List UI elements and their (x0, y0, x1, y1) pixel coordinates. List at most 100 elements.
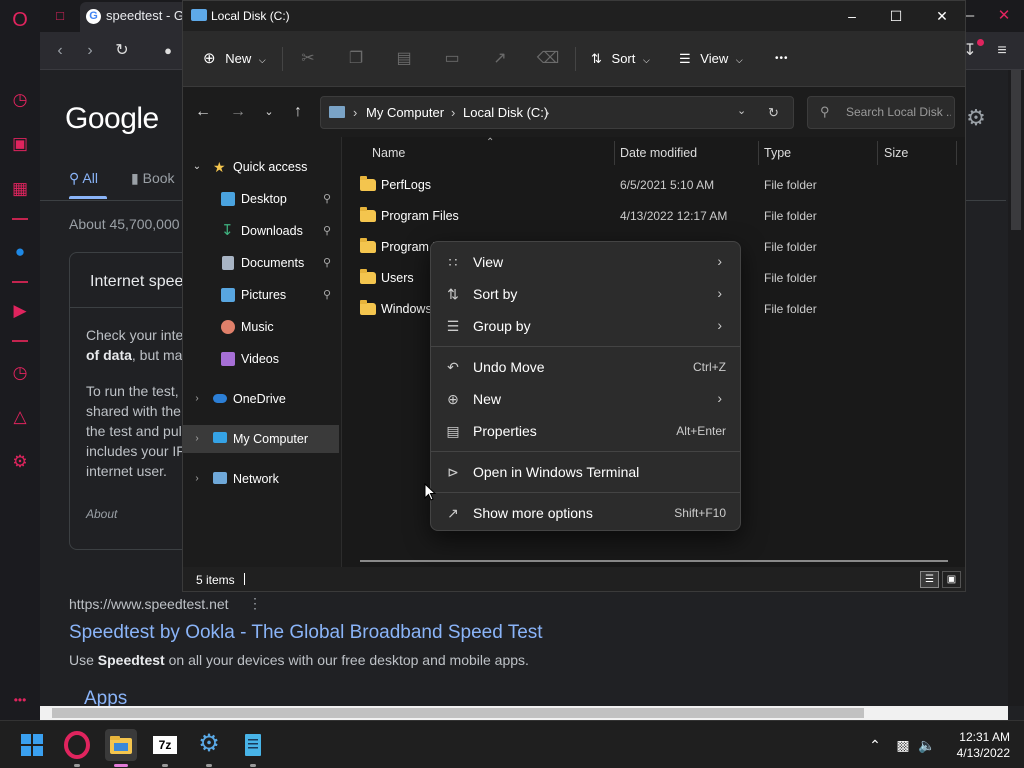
delete-icon[interactable]: ⌫ (536, 47, 560, 71)
column-header-name[interactable]: Name (372, 146, 405, 160)
show-hidden-icons-chevron-icon[interactable]: ⌃ (866, 735, 884, 755)
column-divider[interactable] (877, 141, 878, 165)
search-input[interactable] (846, 105, 951, 119)
taskbar-7zip[interactable]: 7z (149, 729, 181, 761)
player-icon[interactable]: ▶ (8, 299, 32, 323)
explorer-title-bar[interactable]: Local Disk (C:) – ☐ ✕ (183, 1, 965, 31)
chevron-down-icon[interactable]: ⌄ (191, 153, 203, 181)
reload-icon[interactable]: ↻ (112, 41, 132, 61)
chevron-right-icon[interactable]: › (191, 465, 203, 493)
volume-icon[interactable]: 🔈 (918, 735, 936, 755)
workspace-icon[interactable]: ▣ (8, 132, 32, 156)
sidebar-item-videos[interactable]: Videos (183, 345, 339, 373)
copy-icon[interactable]: ❐ (344, 47, 368, 71)
sidebar-item-network[interactable]: › Network (183, 465, 339, 493)
google-settings-gear-icon[interactable]: ⚙ (964, 106, 988, 130)
menu-item-properties[interactable]: ▤ Properties Alt+Enter (435, 415, 736, 447)
sidebar-item-music[interactable]: Music (183, 313, 339, 341)
column-header-type[interactable]: Type (764, 146, 791, 160)
pin-icon[interactable]: ⚲ (323, 217, 331, 245)
messenger-icon[interactable]: ● (8, 240, 32, 264)
extensions-cube-icon[interactable]: △ (8, 405, 32, 429)
breadcrumb-separator-icon[interactable]: › (353, 105, 357, 120)
close-icon[interactable]: ✕ (994, 6, 1014, 26)
apps-heading-link[interactable]: Apps (84, 688, 127, 706)
paste-icon[interactable]: ▤ (392, 47, 416, 71)
column-divider[interactable] (956, 141, 957, 165)
sidebar-item-downloads[interactable]: ↧ Downloads ⚲ (183, 217, 339, 245)
search-tab-books[interactable]: ▮ Book (131, 170, 175, 187)
menu-item-view[interactable]: ∷ View › (435, 246, 736, 278)
sidebar-item-pictures[interactable]: Pictures ⚲ (183, 281, 339, 309)
scrollbar-thumb[interactable] (52, 708, 864, 718)
twitch-icon[interactable]: ▦ (8, 177, 32, 201)
file-list-horizontal-scrollbar[interactable] (360, 560, 948, 562)
tab-icon[interactable]: □ (48, 2, 72, 32)
taskbar-opera[interactable] (61, 729, 93, 761)
share-icon[interactable]: ↗ (488, 47, 512, 71)
card-about-link[interactable]: About (86, 507, 117, 521)
menu-item-show-more-options[interactable]: ↗ Show more options Shift+F10 (435, 497, 736, 529)
close-icon[interactable]: ✕ (919, 5, 965, 27)
opera-logo-icon[interactable]: O (8, 8, 32, 32)
start-button[interactable] (16, 729, 48, 761)
page-vertical-scrollbar[interactable] (1008, 70, 1024, 706)
settings-icon[interactable]: ⚙ (8, 450, 32, 474)
breadcrumb-separator-icon[interactable]: › (451, 105, 455, 120)
column-header-date[interactable]: Date modified (620, 146, 697, 160)
pin-icon[interactable]: ⚲ (323, 281, 331, 309)
sidebar-item-quick-access[interactable]: ⌄ ★ Quick access (183, 153, 339, 181)
column-header-size[interactable]: Size (884, 146, 908, 160)
large-icons-view-icon[interactable]: ▣ (942, 571, 961, 588)
cut-icon[interactable]: ✂ (296, 47, 320, 71)
details-view-icon[interactable]: ☰ (920, 571, 939, 588)
address-bar[interactable]: › My Computer › Local Disk (C:) › ⌄ ↻ (320, 96, 794, 129)
back-arrow-icon[interactable]: ← (192, 101, 214, 123)
menu-item-open-terminal[interactable]: ⊳ Open in Windows Terminal (435, 456, 736, 488)
up-arrow-icon[interactable]: ↑ (287, 101, 309, 123)
file-row[interactable]: PerfLogs 6/5/2021 5:10 AM File folder (354, 171, 954, 199)
forward-icon[interactable]: › (80, 41, 100, 61)
breadcrumb-separator-icon[interactable]: › (545, 105, 549, 120)
sidebar-item-desktop[interactable]: Desktop ⚲ (183, 185, 339, 213)
speed-dial-icon[interactable]: ◷ (8, 88, 32, 112)
google-logo[interactable]: Google (65, 102, 159, 136)
more-dots-icon[interactable]: ••• (8, 688, 32, 712)
maximize-icon[interactable]: ☐ (873, 5, 919, 27)
taskbar-notepad[interactable] (237, 729, 269, 761)
menu-item-group-by[interactable]: ☰ Group by › (435, 310, 736, 342)
column-divider[interactable] (758, 141, 759, 165)
pin-icon[interactable]: ⚲ (323, 185, 331, 213)
clock-time[interactable]: 12:31 AM (940, 730, 1010, 744)
file-row[interactable]: Program Files 4/13/2022 12:17 AM File fo… (354, 202, 954, 230)
page-horizontal-scrollbar[interactable] (40, 706, 1008, 720)
forward-arrow-icon[interactable]: → (227, 101, 249, 123)
view-button[interactable]: ☰ View ⌵ (679, 47, 743, 71)
pin-icon[interactable]: ⚲ (323, 249, 331, 277)
rename-icon[interactable]: ▭ (440, 47, 464, 71)
search-box[interactable]: ⚲ (807, 96, 955, 129)
breadcrumb-my-computer[interactable]: My Computer (366, 105, 444, 120)
chevron-right-icon[interactable]: › (191, 425, 203, 453)
result-title-link[interactable]: Speedtest by Ookla - The Global Broadban… (69, 622, 543, 644)
menu-item-new[interactable]: ⊕ New › (435, 383, 736, 415)
network-status-icon[interactable]: ▩ (894, 735, 912, 755)
menu-item-sort-by[interactable]: ⇅ Sort by › (435, 278, 736, 310)
refresh-icon[interactable]: ↻ (768, 105, 779, 121)
sort-button[interactable]: ⇅ Sort ⌵ (591, 47, 650, 71)
menu-item-undo-move[interactable]: ↶ Undo Move Ctrl+Z (435, 351, 736, 383)
recent-locations-chevron-icon[interactable]: ⌄ (258, 101, 280, 123)
chevron-right-icon[interactable]: › (191, 385, 203, 413)
breadcrumb-local-disk[interactable]: Local Disk (C:) (463, 105, 548, 120)
minimize-icon[interactable]: – (829, 5, 875, 27)
clock-date[interactable]: 4/13/2022 (940, 746, 1010, 760)
lock-icon[interactable]: ● (158, 41, 178, 61)
taskbar-settings[interactable]: ⚙ (193, 729, 225, 761)
new-button[interactable]: ⊕ New ⌵ (203, 47, 266, 71)
sidebar-item-onedrive[interactable]: › OneDrive (183, 385, 339, 413)
scrollbar-thumb[interactable] (1011, 70, 1021, 230)
sidebar-item-documents[interactable]: Documents ⚲ (183, 249, 339, 277)
column-divider[interactable] (614, 141, 615, 165)
result-url[interactable]: https://www.speedtest.net (69, 596, 229, 612)
taskbar-file-explorer[interactable] (105, 729, 137, 761)
